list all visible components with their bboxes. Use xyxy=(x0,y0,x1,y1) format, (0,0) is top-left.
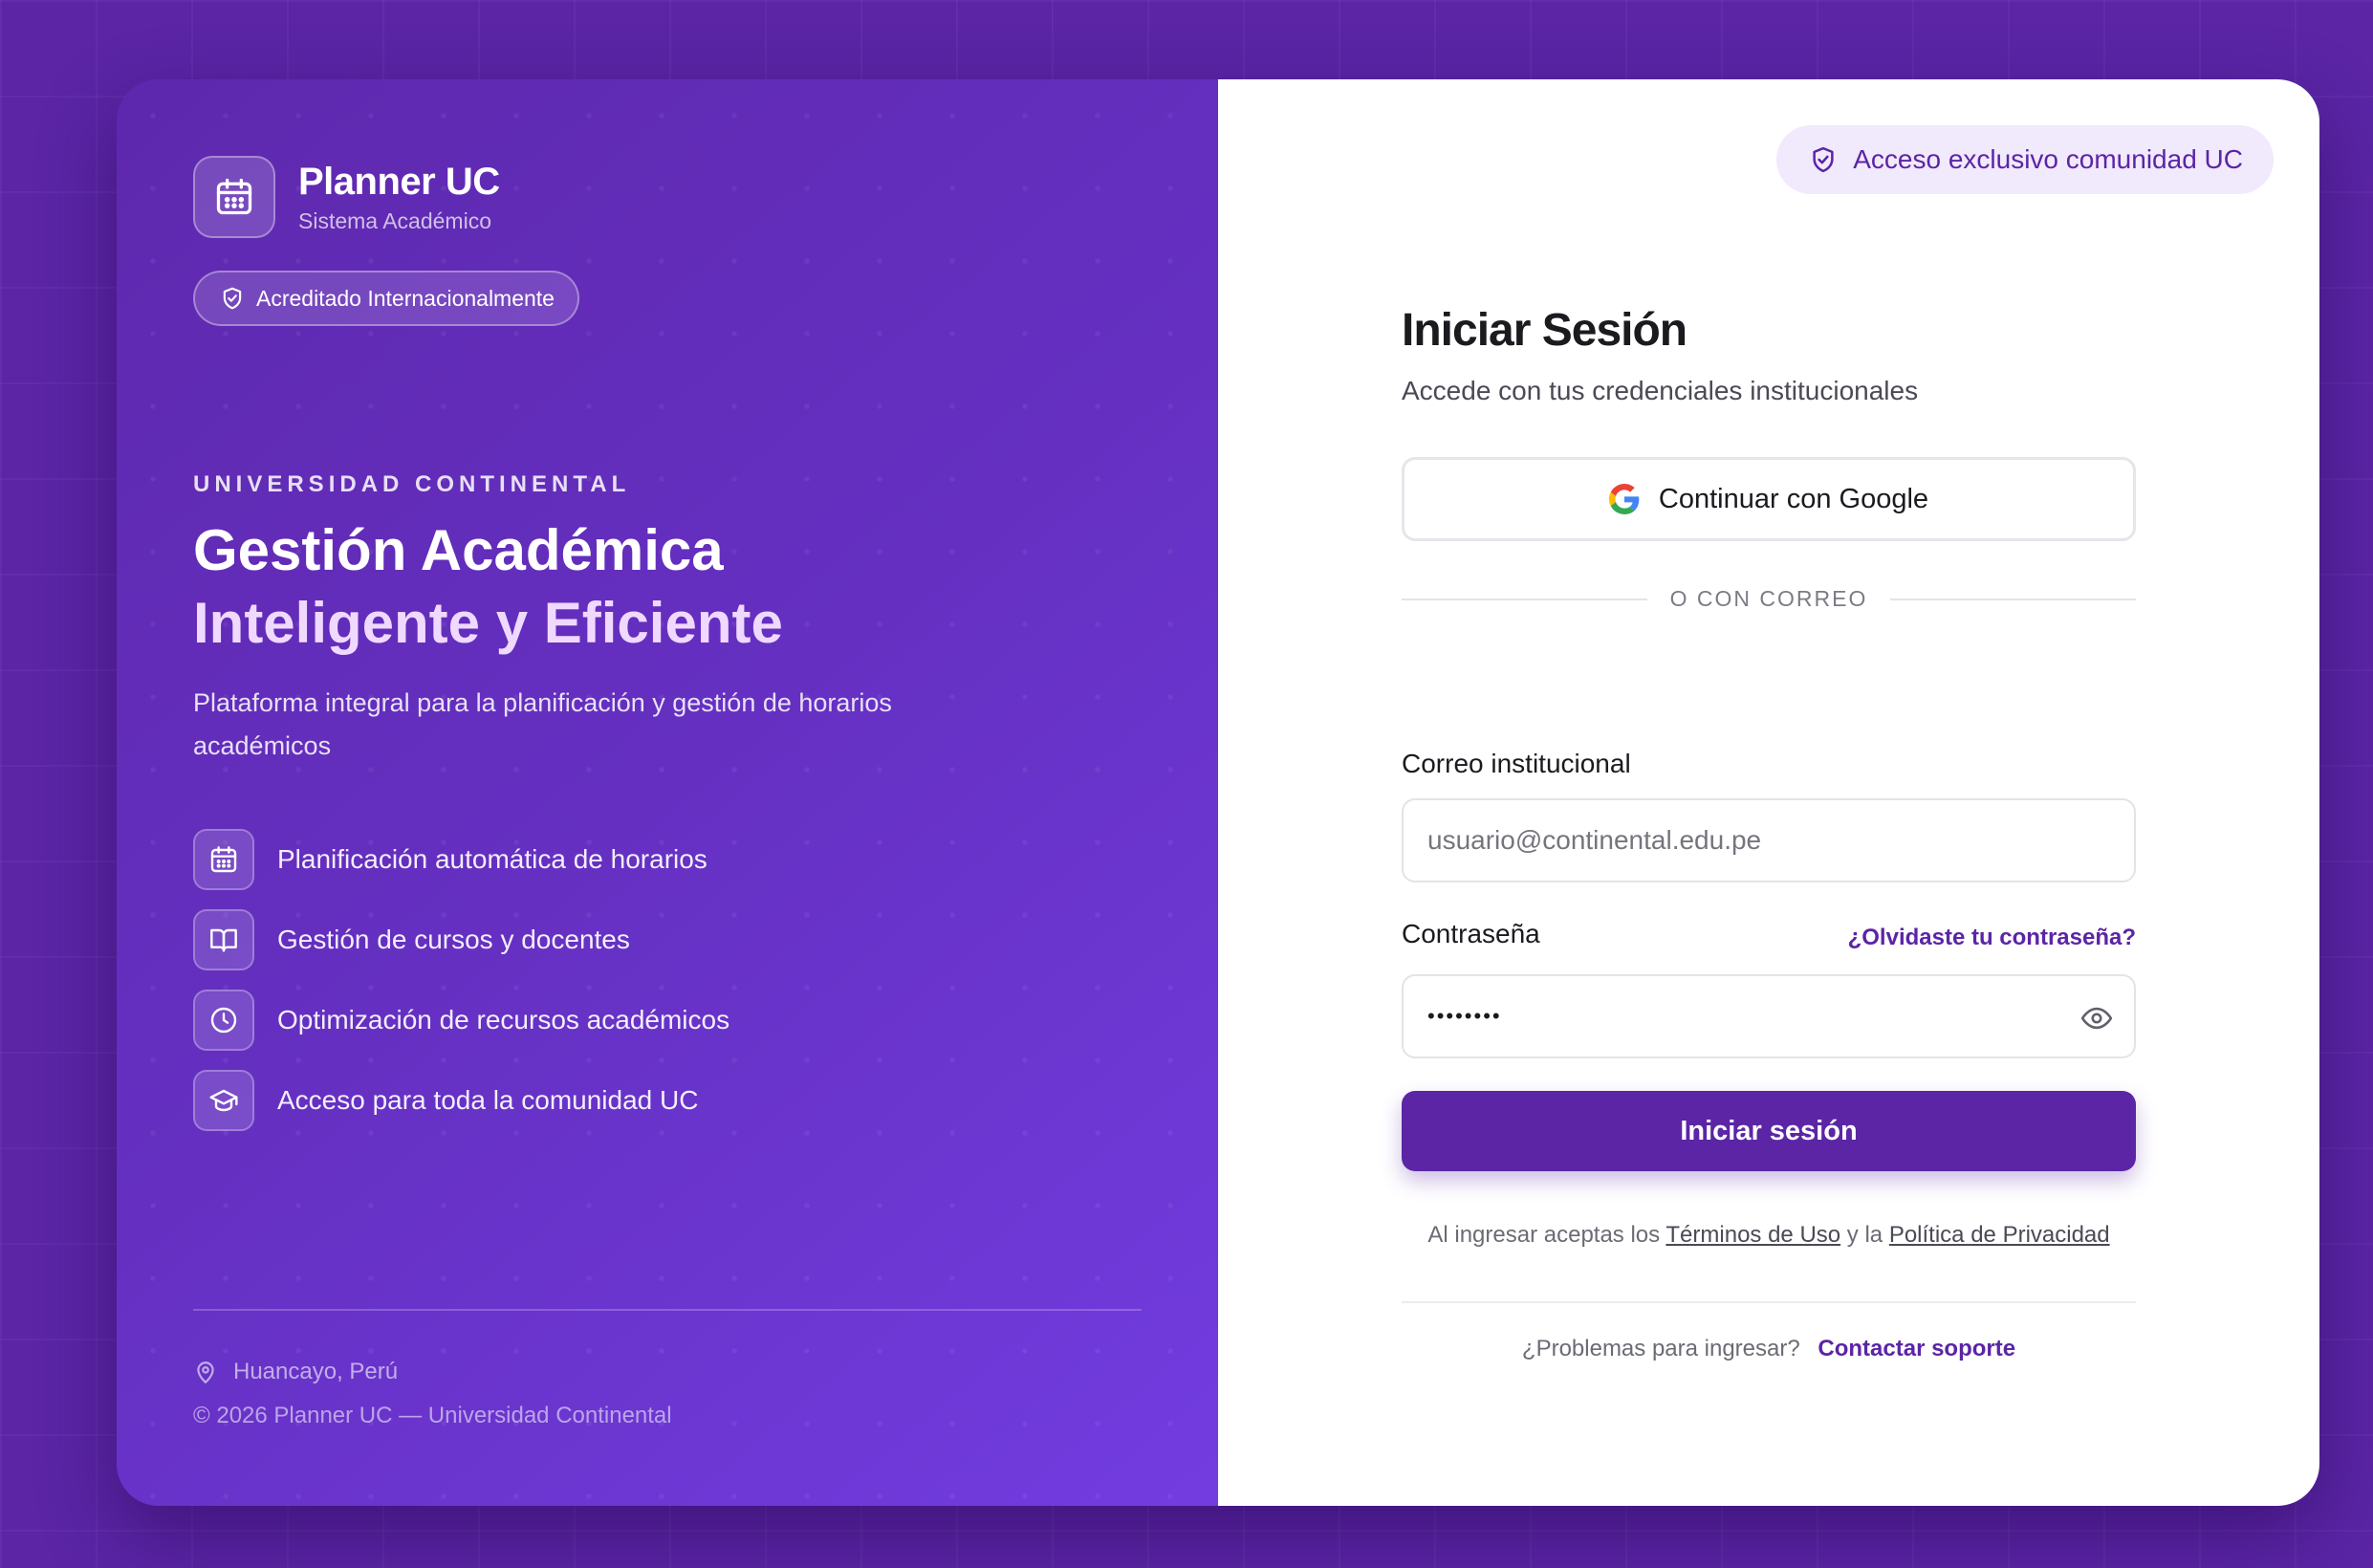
feature-label: Acceso para toda la comunidad UC xyxy=(277,1085,699,1115)
password-field-wrapper xyxy=(1402,974,2136,1058)
feature-label: Gestión de cursos y docentes xyxy=(277,925,630,954)
divider-line xyxy=(1402,598,1647,600)
login-panel: Acceso exclusivo comunidad UC Iniciar Se… xyxy=(1218,79,2319,1506)
email-label: Correo institucional xyxy=(1402,749,1631,778)
terms-prefix: Al ingresar aceptas los xyxy=(1427,1222,1661,1248)
terms-link[interactable]: Términos de Uso xyxy=(1665,1222,1840,1248)
access-badge-label: Acceso exclusivo comunidad UC xyxy=(1853,144,2243,174)
brand-subtitle: Sistema Académico xyxy=(298,207,491,233)
forgot-password-link[interactable]: ¿Olvidaste tu contraseña? xyxy=(1848,925,2136,951)
book-open-icon xyxy=(193,909,254,970)
login-subtitle: Accede con tus credenciales instituciona… xyxy=(1402,376,1919,405)
or-divider-label: O CON CORREO xyxy=(1669,586,1868,611)
privacy-link[interactable]: Política de Privacidad xyxy=(1889,1222,2110,1248)
email-field-wrapper xyxy=(1402,798,2136,882)
feature-item: Optimización de recursos académicos xyxy=(193,990,729,1051)
support-question: ¿Problemas para ingresar? xyxy=(1521,1336,1800,1361)
google-icon xyxy=(1608,484,1640,514)
support-divider xyxy=(1402,1301,2136,1303)
brand-panel: Planner UC Sistema Académico Acreditado … xyxy=(117,79,1218,1506)
accreditation-label: Acreditado Internacionalmente xyxy=(256,285,555,311)
accreditation-badge: Acreditado Internacionalmente xyxy=(193,271,579,326)
brand-title: Planner UC xyxy=(298,160,500,203)
location: Huancayo, Perú xyxy=(193,1359,398,1385)
hero-description: Plataforma integral para la planificació… xyxy=(193,688,892,760)
access-badge: Acceso exclusivo comunidad UC xyxy=(1776,125,2274,194)
hero-title: Gestión Académica Inteligente y Eficient… xyxy=(193,514,783,660)
feature-label: Planificación automática de horarios xyxy=(277,844,708,874)
support-row: ¿Problemas para ingresar? Contactar sopo… xyxy=(1402,1336,2136,1362)
graduation-cap-icon xyxy=(193,1070,254,1131)
password-field[interactable] xyxy=(1404,976,2134,1056)
hero-title-line2: Inteligente y Eficiente xyxy=(193,591,783,655)
brand: Planner UC Sistema Académico xyxy=(193,156,500,238)
email-field[interactable] xyxy=(1404,800,2134,881)
divider-line xyxy=(1890,598,2137,600)
feature-item: Acceso para toda la comunidad UC xyxy=(193,1070,729,1131)
login-card: Planner UC Sistema Académico Acreditado … xyxy=(117,79,2319,1506)
calendar-icon xyxy=(193,156,275,238)
signin-button[interactable]: Iniciar sesión xyxy=(1402,1091,2136,1171)
or-divider: O CON CORREO xyxy=(1402,586,2137,612)
google-button-label: Continuar con Google xyxy=(1658,483,1929,514)
contact-support-link[interactable]: Contactar soporte xyxy=(1818,1336,2015,1361)
feature-list: Planificación automática de horarios Ges… xyxy=(193,829,729,1150)
terms-and: y la xyxy=(1846,1222,1883,1248)
hero-title-line1: Gestión Académica xyxy=(193,518,724,582)
terms-notice: Al ingresar aceptas los Términos de Uso … xyxy=(1402,1222,2136,1249)
google-signin-button[interactable]: Continuar con Google xyxy=(1402,457,2136,541)
eye-icon[interactable] xyxy=(2080,1002,2113,1039)
shield-check-icon xyxy=(223,287,242,310)
login-title: Iniciar Sesión xyxy=(1402,305,1687,356)
location-text: Huancayo, Perú xyxy=(233,1359,399,1384)
university-eyebrow: UNIVERSIDAD CONTINENTAL xyxy=(193,471,631,497)
copyright: © 2026 Planner UC — Universidad Continen… xyxy=(193,1403,672,1428)
clock-icon xyxy=(193,990,254,1051)
feature-label: Optimización de recursos académicos xyxy=(277,1005,730,1034)
panel-divider xyxy=(193,1309,1142,1311)
feature-item: Gestión de cursos y docentes xyxy=(193,909,729,970)
password-label: Contraseña xyxy=(1402,919,1540,948)
map-pin-icon xyxy=(197,1361,214,1383)
calendar-icon xyxy=(193,829,254,890)
shield-check-icon xyxy=(1813,146,1834,173)
feature-item: Planificación automática de horarios xyxy=(193,829,729,890)
